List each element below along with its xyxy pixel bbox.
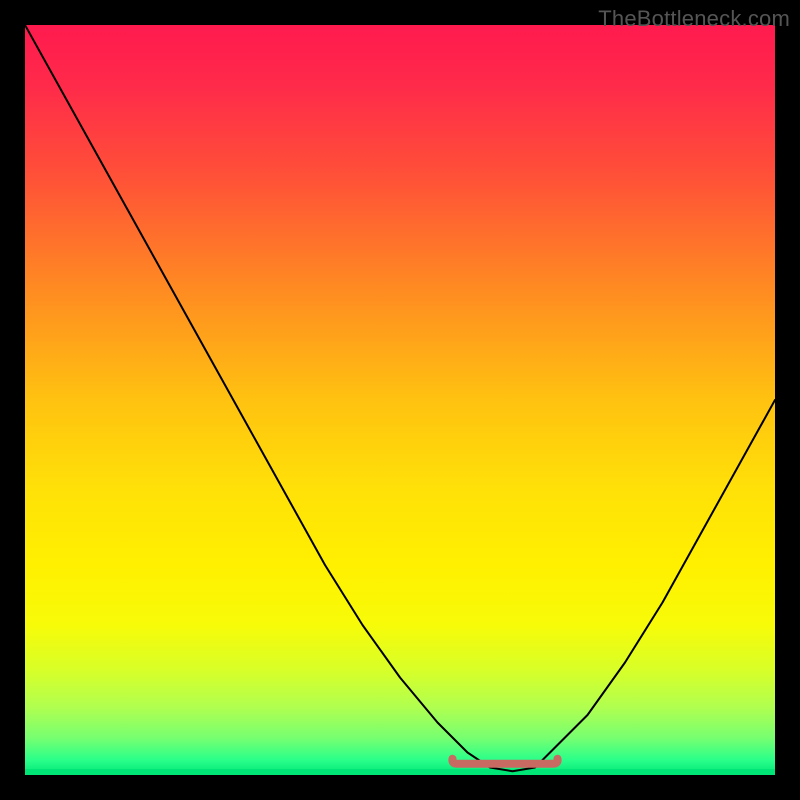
chart-svg [25,25,775,775]
chart-container: TheBottleneck.com [0,0,800,800]
watermark-text: TheBottleneck.com [598,6,790,32]
gradient-background [25,25,775,775]
plot-area [25,25,775,775]
bottom-edge [25,769,775,775]
